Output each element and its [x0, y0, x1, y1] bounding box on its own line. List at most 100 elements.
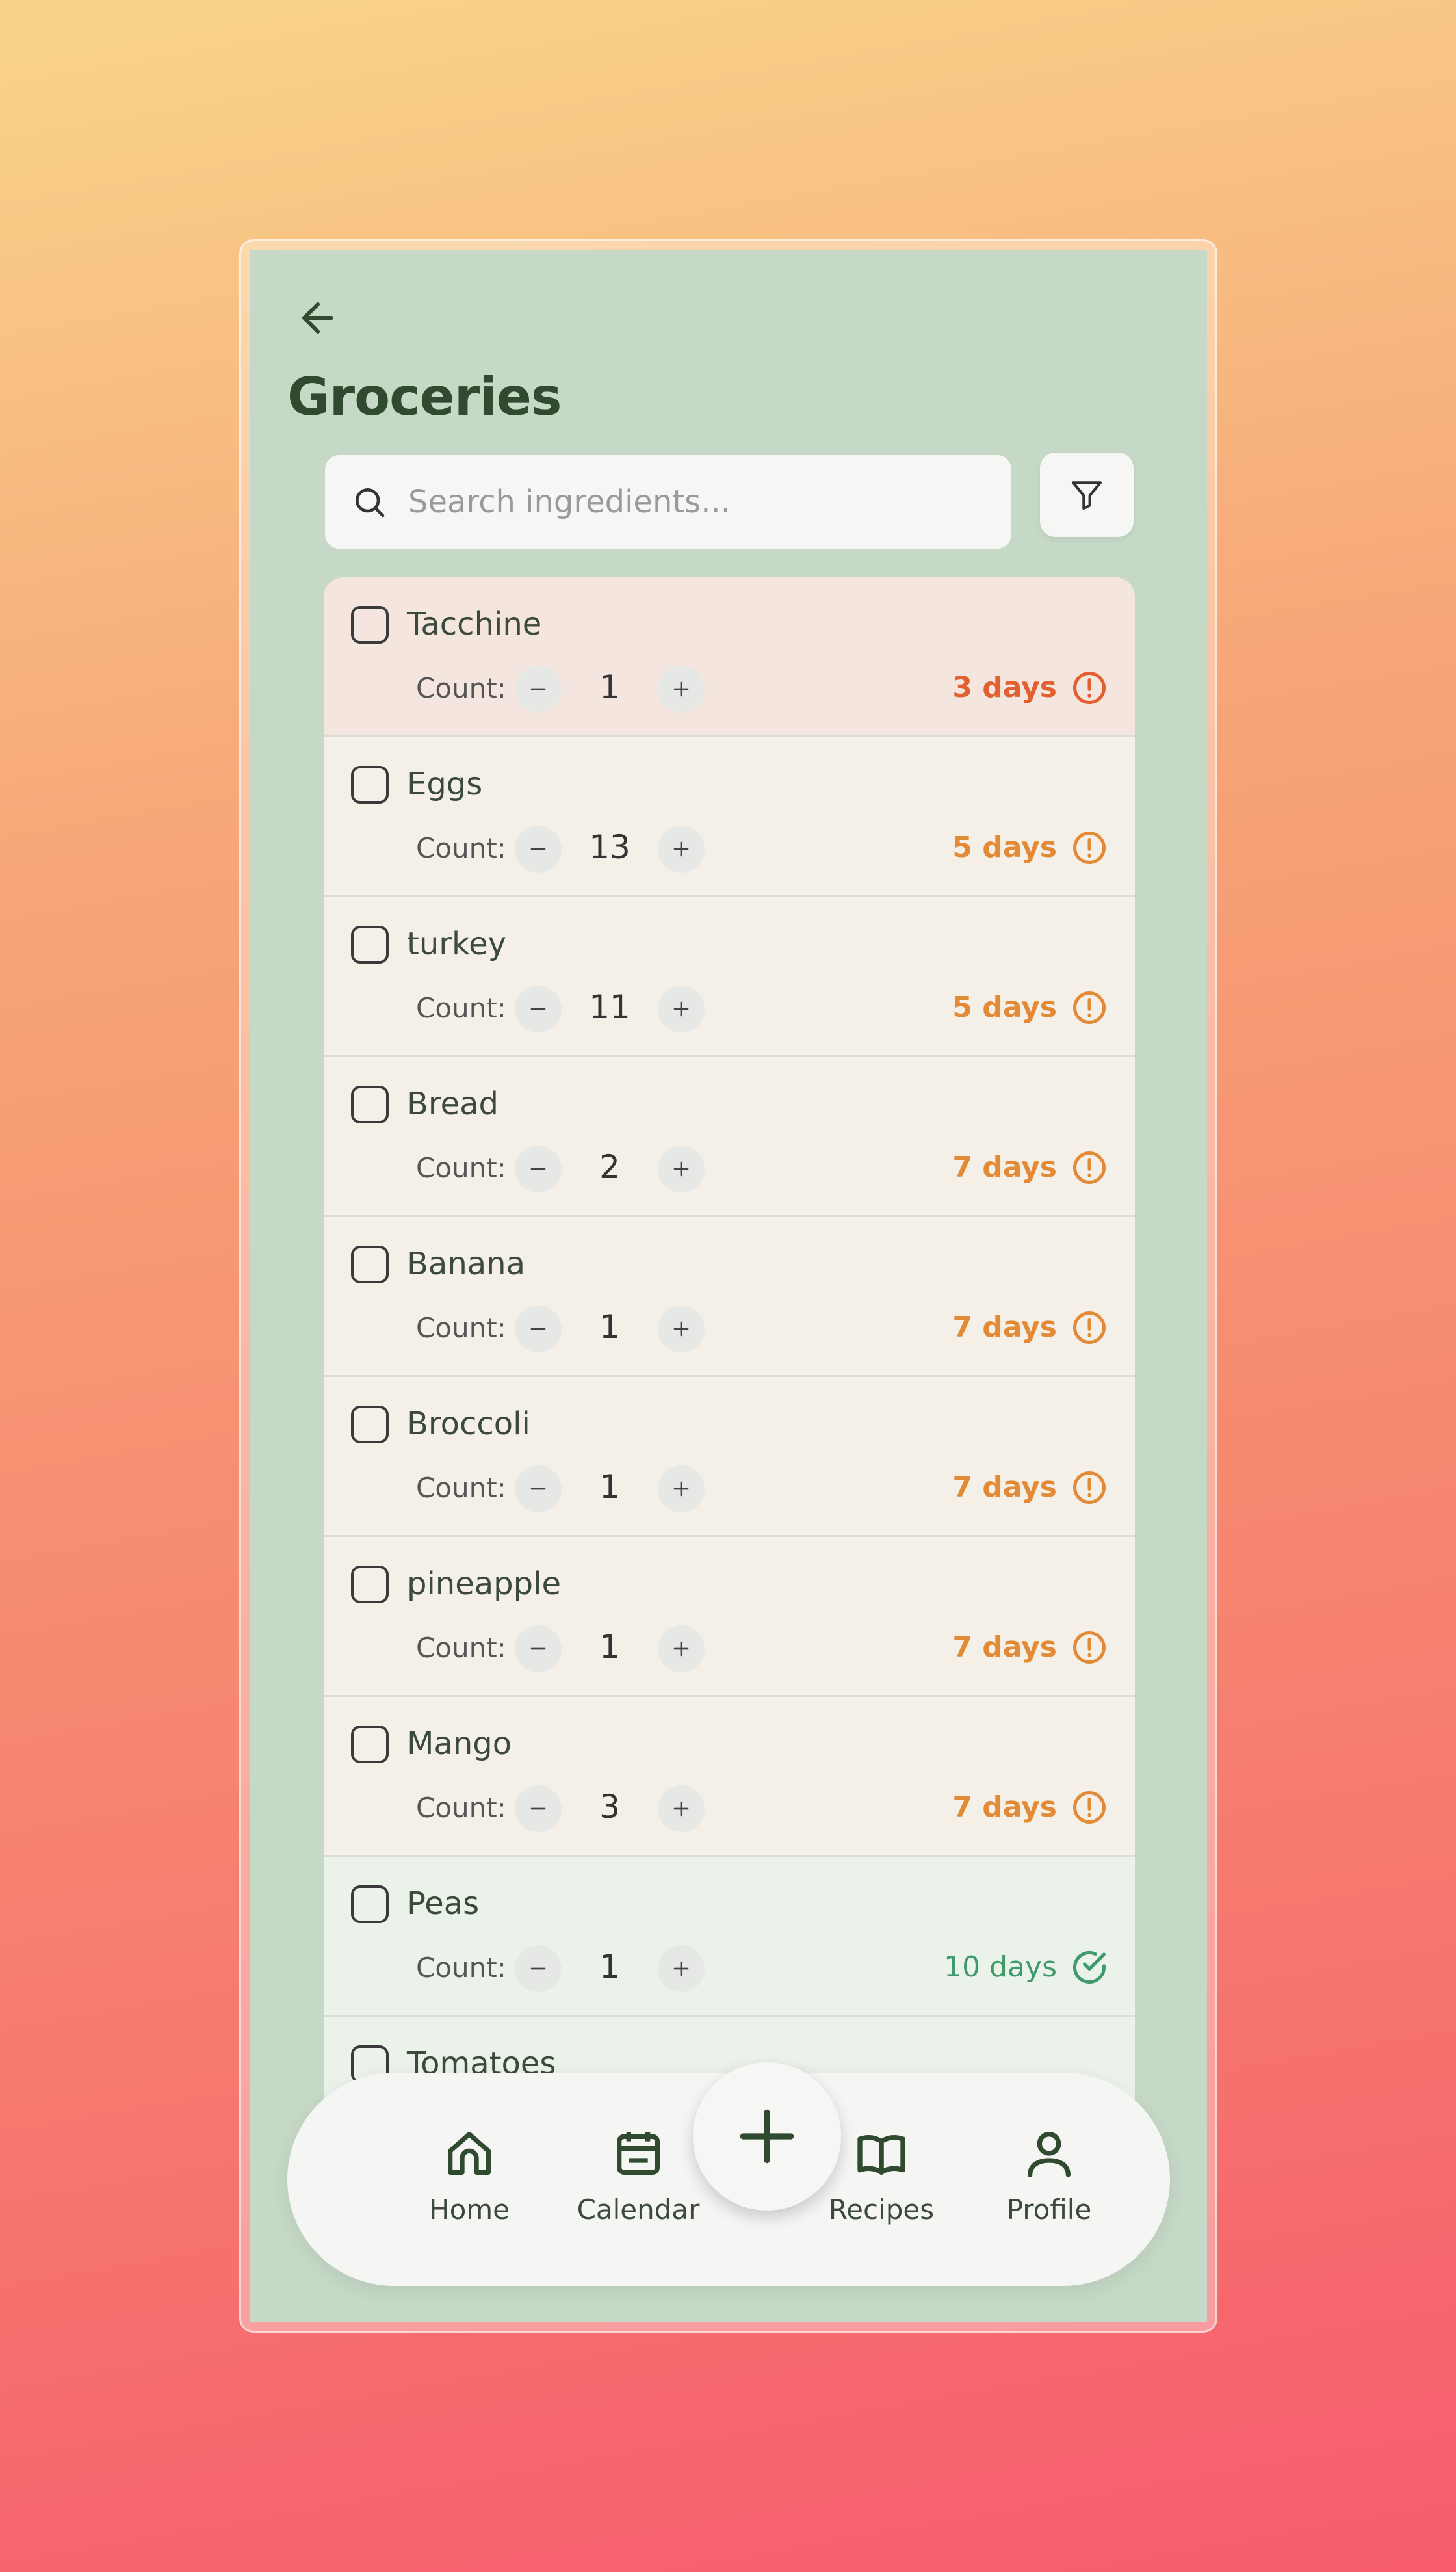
- decrement-button[interactable]: [515, 1785, 562, 1832]
- item-name: Eggs: [407, 766, 483, 802]
- item-checkbox[interactable]: [351, 766, 389, 804]
- item-name: Tacchine: [407, 606, 542, 642]
- minus-icon: [530, 1328, 546, 1330]
- count-label: Count:: [416, 832, 506, 864]
- nav-home-label: Home: [428, 2194, 510, 2225]
- count-label: Count:: [416, 1312, 506, 1344]
- nav-profile[interactable]: Profile: [978, 2125, 1121, 2225]
- alert-circle-icon: [1070, 1788, 1109, 1827]
- item-checkbox[interactable]: [351, 1885, 389, 1923]
- list-item: Bread Count: 2 7 days: [324, 1057, 1135, 1217]
- nav-home[interactable]: Home: [398, 2125, 541, 2225]
- count-label: Count:: [416, 1952, 506, 1984]
- decrement-button[interactable]: [515, 666, 562, 713]
- decrement-button[interactable]: [515, 826, 562, 873]
- increment-button[interactable]: [658, 666, 705, 713]
- plus-icon: [673, 681, 689, 697]
- plus-icon: [740, 2109, 794, 2164]
- nav-calendar-label: Calendar: [577, 2194, 700, 2225]
- increment-button[interactable]: [658, 986, 705, 1032]
- list-item: Peas Count: 1 10 days: [324, 1857, 1135, 2017]
- item-quantity: 2: [599, 1148, 620, 1186]
- days-remaining: 10 days: [944, 1950, 1057, 1984]
- count-label: Count:: [416, 1472, 506, 1504]
- plus-icon: [673, 841, 689, 857]
- alert-circle-icon: [1070, 988, 1109, 1027]
- item-checkbox[interactable]: [351, 1566, 389, 1603]
- search-icon: [356, 488, 385, 518]
- days-remaining: 5 days: [952, 831, 1057, 864]
- minus-icon: [530, 848, 546, 850]
- home-icon: [448, 2132, 491, 2175]
- increment-button[interactable]: [658, 826, 705, 873]
- days-remaining: 5 days: [952, 991, 1057, 1024]
- minus-icon: [530, 1168, 546, 1170]
- item-quantity: 1: [599, 1308, 620, 1346]
- item-checkbox[interactable]: [351, 1086, 389, 1123]
- decrement-button[interactable]: [515, 1306, 562, 1352]
- item-checkbox[interactable]: [351, 1406, 389, 1443]
- decrement-button[interactable]: [515, 1945, 562, 1992]
- minus-icon: [530, 1807, 546, 1810]
- item-name: Peas: [407, 1885, 480, 1922]
- days-remaining: 7 days: [952, 1471, 1057, 1504]
- user-icon: [1028, 2132, 1071, 2177]
- minus-icon: [530, 1647, 546, 1650]
- minus-icon: [530, 1967, 546, 1970]
- count-label: Count:: [416, 672, 506, 704]
- item-name: Mango: [407, 1726, 512, 1762]
- item-checkbox[interactable]: [351, 926, 389, 964]
- decrement-button[interactable]: [515, 1146, 562, 1192]
- count-label: Count:: [416, 1792, 506, 1824]
- list-item: Eggs Count: 13 5 days: [324, 737, 1135, 897]
- search-input[interactable]: [408, 484, 967, 520]
- item-checkbox[interactable]: [351, 1726, 389, 1763]
- item-checkbox[interactable]: [351, 606, 389, 644]
- alert-circle-icon: [1070, 1308, 1109, 1347]
- increment-button[interactable]: [658, 1945, 705, 1992]
- list-item: Banana Count: 1 7 days: [324, 1217, 1135, 1377]
- item-quantity: 1: [599, 1468, 620, 1506]
- list-item: Mango Count: 3 7 days: [324, 1697, 1135, 1857]
- nav-calendar[interactable]: Calendar: [567, 2125, 710, 2225]
- count-label: Count:: [416, 992, 506, 1024]
- increment-button[interactable]: [658, 1146, 705, 1192]
- days-remaining: 3 days: [952, 671, 1057, 704]
- minus-icon: [530, 1488, 546, 1490]
- item-checkbox[interactable]: [351, 1246, 389, 1283]
- item-quantity: 1: [599, 1628, 620, 1666]
- plus-icon: [673, 1961, 689, 1976]
- increment-button[interactable]: [658, 1306, 705, 1352]
- item-quantity: 1: [599, 1948, 620, 1986]
- bottom-nav: Home Calendar Recipes Profile: [287, 2062, 1170, 2286]
- list-item: Broccoli Count: 1 7 days: [324, 1377, 1135, 1537]
- grocery-list: Tacchine Count: 1 3 days Eggs Count: 13 5 days t…: [324, 577, 1135, 2177]
- days-remaining: 7 days: [952, 1151, 1057, 1184]
- funnel-icon: [1071, 481, 1102, 510]
- filter-button[interactable]: [1040, 453, 1134, 537]
- search-bar[interactable]: [325, 455, 1011, 549]
- alert-circle-icon: [1070, 828, 1109, 867]
- nav-recipes-label: Recipes: [828, 2194, 935, 2225]
- minus-icon: [530, 1008, 546, 1010]
- calendar-icon: [617, 2132, 660, 2175]
- decrement-button[interactable]: [515, 1465, 562, 1512]
- alert-circle-icon: [1070, 1628, 1109, 1667]
- alert-circle-icon: [1070, 668, 1109, 707]
- decrement-button[interactable]: [515, 986, 562, 1032]
- app-screen: Groceries Tacchine Count: 1 3 days Eggs Count…: [250, 250, 1207, 2322]
- decrement-button[interactable]: [515, 1625, 562, 1672]
- plus-icon: [673, 1641, 689, 1657]
- increment-button[interactable]: [658, 1625, 705, 1672]
- item-quantity: 3: [599, 1788, 620, 1826]
- item-name: Bread: [407, 1086, 499, 1122]
- increment-button[interactable]: [658, 1465, 705, 1512]
- list-item: pineapple Count: 1 7 days: [324, 1537, 1135, 1697]
- item-quantity: 11: [589, 988, 630, 1026]
- book-open-icon: [857, 2134, 905, 2175]
- alert-circle-icon: [1070, 1468, 1109, 1507]
- back-button[interactable]: [289, 289, 347, 347]
- days-remaining: 7 days: [952, 1311, 1057, 1344]
- nav-recipes[interactable]: Recipes: [810, 2125, 953, 2225]
- increment-button[interactable]: [658, 1785, 705, 1832]
